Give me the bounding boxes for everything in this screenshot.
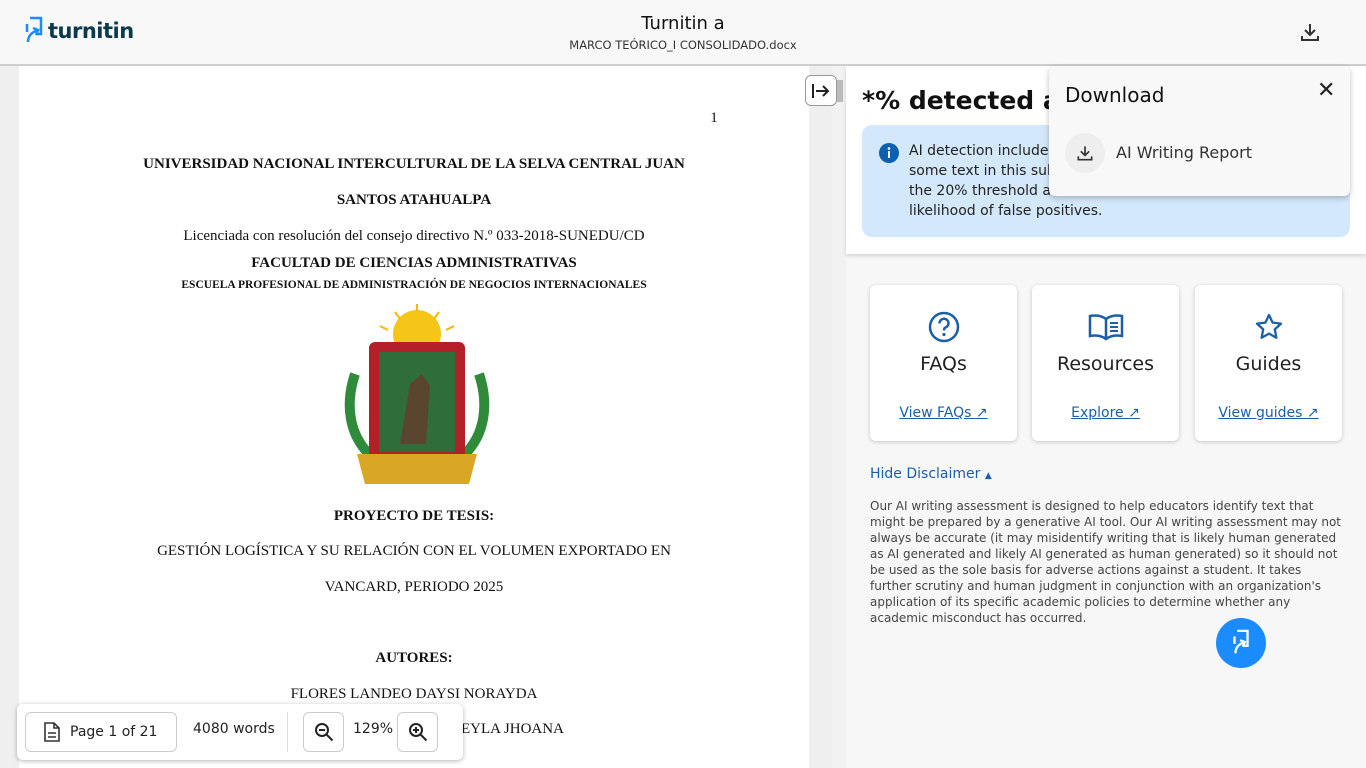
caret-up-icon: ▲	[984, 471, 992, 481]
document-scrollbar[interactable]	[832, 66, 846, 768]
zoom-level: 129%	[353, 721, 394, 737]
card-title: Resources	[1056, 353, 1155, 375]
word-count: 4080 words	[193, 721, 275, 737]
document-page: 1 UNIVERSIDAD NACIONAL INTERCULTURAL DE …	[19, 66, 809, 768]
external-link-icon: ↗	[1128, 405, 1140, 421]
doc-line: FACULTAD DE CIENCIAS ADMINISTRATIVAS	[251, 255, 577, 271]
page-label: Page 1 of 21	[70, 724, 158, 740]
document-toolbar: Page 1 of 21 4080 words 129%	[17, 704, 463, 760]
zoom-out-button[interactable]	[303, 712, 344, 752]
ai-writing-report-option[interactable]: AI Writing Report	[1116, 143, 1252, 162]
file-name: MARCO TEÓRICO_I CONSOLIDADO.docx	[569, 38, 797, 52]
explore-link[interactable]: Explore ↗	[1032, 405, 1179, 421]
star-icon	[1255, 313, 1282, 339]
submission-title: Turnitin a	[641, 13, 725, 34]
download-icon[interactable]	[1298, 20, 1322, 44]
card-title: FAQs	[920, 353, 967, 375]
university-emblem	[344, 304, 490, 484]
doc-line: ESCUELA PROFESIONAL DE ADMINISTRACIÓN DE…	[181, 279, 647, 291]
external-link-icon: ↗	[1306, 405, 1319, 421]
header: turnitin Turnitin a MARCO TEÓRICO_I CONS…	[0, 0, 1366, 66]
view-guides-link[interactable]: View guides ↗	[1195, 405, 1342, 421]
doc-line: PROYECTO DE TESIS:	[333, 508, 495, 524]
disclaimer-text: Our AI writing assessment is designed to…	[870, 499, 1342, 625]
card-title: Guides	[1235, 353, 1302, 375]
view-faqs-link[interactable]: View FAQs ↗	[870, 405, 1017, 421]
popup-title: Download	[1065, 83, 1165, 107]
info-icon	[879, 143, 899, 163]
book-icon	[1088, 314, 1123, 341]
page-indicator[interactable]: Page 1 of 21	[25, 712, 177, 752]
faqs-card[interactable]: FAQs View FAQs ↗	[870, 285, 1017, 441]
external-link-icon: ↗	[975, 405, 988, 421]
zoom-in-icon	[408, 723, 427, 742]
arrow-right-bar-icon	[812, 83, 830, 98]
doc-line: GESTIÓN LOGÍSTICA Y SU RELACIÓN CON EL V…	[157, 543, 671, 559]
download-popup: Download ✕ AI Writing Report	[1049, 66, 1350, 196]
guides-card[interactable]: Guides View guides ↗	[1195, 285, 1342, 441]
doc-line: Licenciada con resolución del consejo di…	[183, 228, 645, 244]
page-number: 1	[710, 110, 718, 126]
zoom-in-button[interactable]	[397, 712, 438, 752]
doc-line: AUTORES:	[375, 650, 453, 666]
zoom-out-icon	[314, 723, 333, 742]
hide-disclaimer-toggle[interactable]: Hide Disclaimer ▲	[870, 466, 992, 482]
doc-line: VANCARD, PERIODO 2025	[324, 579, 504, 595]
turnitin-logo-icon	[1233, 629, 1249, 654]
doc-line: UNIVERSIDAD NACIONAL INTERCULTURAL DE LA…	[143, 156, 685, 172]
close-icon[interactable]: ✕	[1317, 78, 1335, 103]
document-icon	[44, 722, 60, 742]
document-viewer: 1 UNIVERSIDAD NACIONAL INTERCULTURAL DE …	[0, 66, 846, 768]
doc-line: SANTOS ATAHUALPA	[336, 192, 492, 208]
question-circle-icon	[928, 311, 959, 343]
doc-line: FLORES LANDEO DAYSI NORAYDA	[290, 686, 538, 702]
collapse-panel-button[interactable]	[805, 75, 837, 106]
doc-line: EYLA JHOANA	[461, 721, 564, 737]
turnitin-help-button[interactable]	[1216, 618, 1266, 668]
resources-card[interactable]: Resources Explore ↗	[1032, 285, 1179, 441]
download-icon[interactable]	[1065, 133, 1105, 173]
